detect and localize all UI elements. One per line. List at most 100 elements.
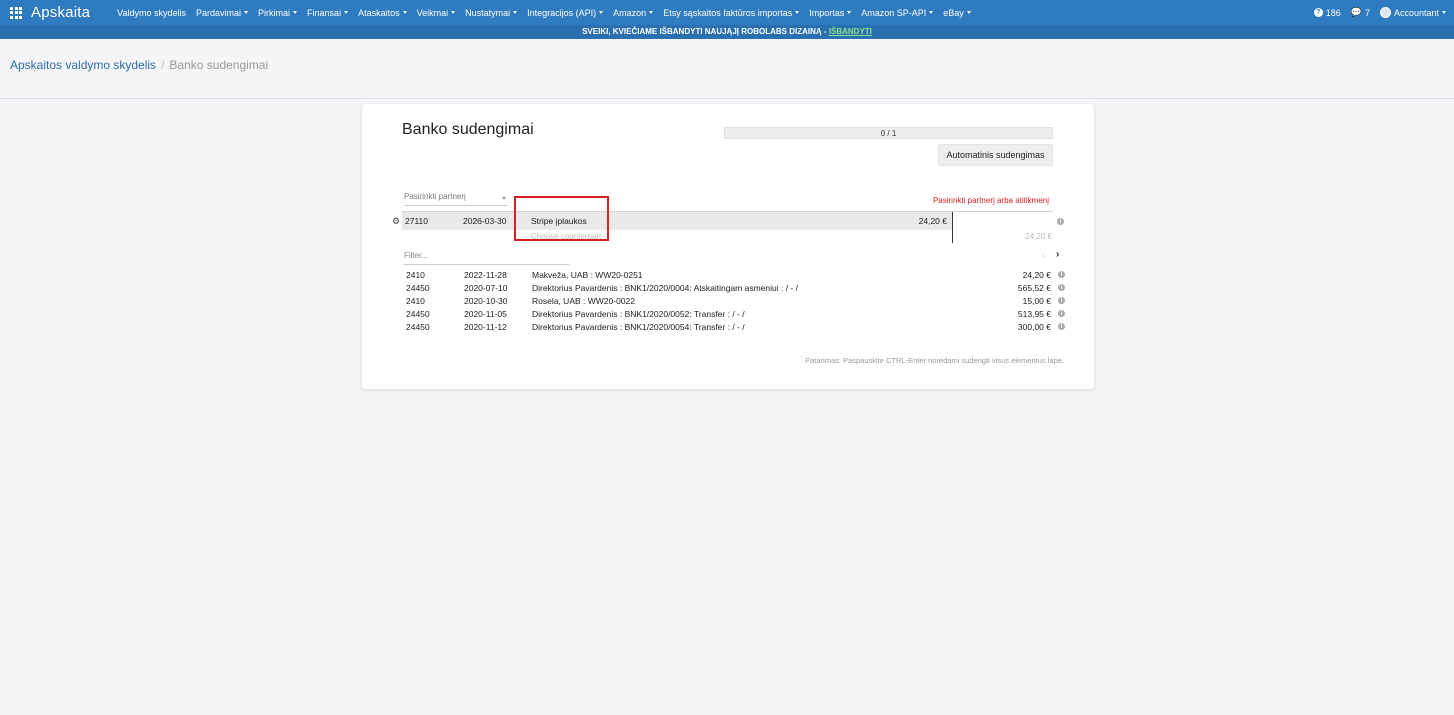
chevron-down-icon	[929, 11, 934, 14]
candidate-account: 24450	[406, 283, 430, 293]
pager-next-button[interactable]: ›	[1056, 249, 1059, 260]
tip-text: Patarimas: Paspauskite CTRL-Enter norėda…	[805, 356, 1064, 365]
list-item[interactable]: 2410 2022-11-28 Makveža, UAB : WW20-0251 24…	[406, 269, 1066, 282]
chevron-down-icon	[966, 11, 971, 14]
breadcrumb-current: Banko sudengimai	[169, 58, 269, 72]
candidate-date: 2020-10-30	[464, 296, 508, 306]
menu-item[interactable]: Nustatymai	[460, 0, 522, 25]
menu-item-label: Pardavimai	[196, 7, 242, 18]
partner-warning: Pasirinkti partnerį arba atitikmenį	[932, 196, 1049, 205]
apps-grid-icon[interactable]	[10, 6, 22, 19]
avatar	[1379, 7, 1391, 18]
menu-item[interactable]: Valdymo skydelis	[112, 0, 191, 25]
list-item[interactable]: 24450 2020-11-12 Direktorius Pavardenis : …	[406, 321, 1066, 334]
candidate-account: 2410	[406, 296, 425, 306]
list-item[interactable]: 24450 2020-07-10 Direktorius Pavardenis : …	[406, 282, 1066, 295]
info-icon[interactable]: i	[1058, 284, 1065, 291]
partner-select[interactable]: Pasirinkti partnerį	[404, 192, 508, 206]
bank-line-account: 27110	[405, 216, 429, 226]
chevron-down-icon	[293, 11, 298, 14]
brand-name[interactable]: Apskaita	[31, 4, 90, 21]
candidate-amount: 24,20 €	[1022, 270, 1051, 280]
info-icon[interactable]: i	[1058, 297, 1065, 304]
chevron-down-icon	[402, 11, 407, 14]
chat-icon: 💬	[1350, 7, 1362, 17]
list-item[interactable]: 2410 2020-10-30 Rosela, UAB : WW20-0022 15,…	[406, 295, 1066, 308]
menu-item[interactable]: Pardavimai	[191, 0, 253, 25]
pager-prev-button[interactable]: ‹	[1042, 250, 1045, 261]
navbar-right: ? 186 💬 7 Accountant	[1304, 0, 1446, 25]
bank-line-remaining-amount: 24,20 €	[1025, 232, 1052, 241]
user-menu[interactable]: Accountant	[1379, 7, 1446, 18]
bank-statement-line[interactable]: 27110 2026-03-30 Stripe įplaukos 24,20 €	[402, 211, 1053, 243]
menu-item-label: Nustatymai	[465, 7, 511, 18]
menu-item[interactable]: Amazon	[608, 0, 658, 25]
breadcrumb: Apskaitos valdymo skydelis / Banko sudengi…	[10, 58, 268, 72]
main-menu: Valdymo skydelis Pardavimai Pirkimai Finans…	[112, 0, 976, 25]
menu-item-label: eBay	[943, 7, 964, 18]
filter-input[interactable]: Filter...	[404, 251, 569, 265]
chevron-down-icon	[649, 11, 654, 14]
breadcrumb-separator: /	[161, 58, 165, 72]
menu-item-label: Amazon SP-API	[861, 7, 927, 18]
info-icon[interactable]: i	[1058, 271, 1065, 278]
candidate-account: 2410	[406, 270, 425, 280]
menu-item[interactable]: Integracijos (API)	[522, 0, 608, 25]
highlight-box	[514, 196, 609, 241]
menu-item[interactable]: Finansai	[302, 0, 353, 25]
brand[interactable]: Apskaita	[0, 0, 90, 25]
menu-item-label: Etsy sąskaitos faktūros importas	[663, 7, 793, 18]
top-navbar: Apskaita Valdymo skydelis Pardavimai Pirki…	[0, 0, 1454, 25]
candidate-description: Rosela, UAB : WW20-0022	[532, 296, 635, 306]
info-icon[interactable]: i	[1058, 310, 1065, 317]
candidate-date: 2022-11-28	[464, 270, 507, 280]
candidate-amount: 300,00 €	[1017, 322, 1051, 332]
candidate-account: 24450	[406, 309, 430, 319]
messages-counter[interactable]: 💬 7	[1351, 7, 1370, 18]
banner-try-link[interactable]: IŠBANDYTI	[829, 27, 872, 36]
user-name: Accountant	[1393, 7, 1439, 18]
reconciliation-card: Banko sudengimai 0 / 1 Automatinis suden…	[362, 104, 1094, 389]
menu-item[interactable]: Veikmai	[412, 0, 461, 25]
chevron-down-icon	[1442, 11, 1446, 14]
menu-item[interactable]: eBay	[938, 0, 976, 25]
chevron-down-icon	[502, 197, 506, 200]
menu-item-label: Veikmai	[416, 7, 449, 18]
help-counter[interactable]: ? 186	[1313, 8, 1341, 18]
help-icon: ?	[1313, 8, 1323, 17]
page-header: Apskaitos valdymo skydelis / Banko sudengi…	[0, 39, 1454, 99]
info-icon[interactable]: i	[1058, 323, 1065, 330]
chevron-down-icon	[451, 11, 456, 14]
menu-item[interactable]: Amazon SP-API	[856, 0, 938, 25]
auto-reconcile-button[interactable]: Automatinis sudengimas	[938, 144, 1053, 166]
chevron-down-icon	[344, 11, 349, 14]
list-item[interactable]: 24450 2020-11-05 Direktorius Pavardenis : …	[406, 308, 1066, 321]
menu-item[interactable]: Pirkimai	[253, 0, 302, 25]
chevron-down-icon	[847, 11, 852, 14]
candidate-amount: 15,00 €	[1022, 296, 1051, 306]
candidate-description: Direktorius Pavardenis : BNK1/2020/0052:…	[532, 309, 745, 319]
menu-item-label: Integracijos (API)	[527, 7, 597, 18]
bank-line-amount: 24,20 €	[918, 216, 947, 226]
menu-item-label: Importas	[809, 7, 845, 18]
candidate-description: Makveža, UAB : WW20-0251	[532, 270, 643, 280]
menu-item[interactable]: Ataskaitos	[353, 0, 412, 25]
candidate-date: 2020-11-12	[464, 322, 507, 332]
gear-icon[interactable]: ⚙	[392, 216, 400, 227]
menu-item[interactable]: Importas	[804, 0, 856, 25]
chevron-down-icon	[795, 11, 800, 14]
menu-item-label: Pirkimai	[258, 7, 291, 18]
menu-item-label: Amazon	[613, 7, 647, 18]
info-icon[interactable]: i	[1057, 218, 1064, 225]
breadcrumb-dashboard-link[interactable]: Apskaitos valdymo skydelis	[10, 58, 156, 72]
bank-line-date: 2026-03-30	[463, 216, 507, 226]
candidate-list: 2410 2022-11-28 Makveža, UAB : WW20-0251 24…	[406, 269, 1066, 334]
candidate-date: 2020-11-05	[464, 309, 507, 319]
candidate-date: 2020-07-10	[464, 283, 508, 293]
candidate-account: 24450	[406, 322, 430, 332]
menu-item[interactable]: Etsy sąskaitos faktūros importas	[658, 0, 804, 25]
chevron-down-icon	[513, 11, 518, 14]
menu-item-label: Ataskaitos	[358, 7, 400, 18]
chevron-down-icon	[244, 11, 249, 14]
candidate-amount: 565,52 €	[1017, 283, 1051, 293]
